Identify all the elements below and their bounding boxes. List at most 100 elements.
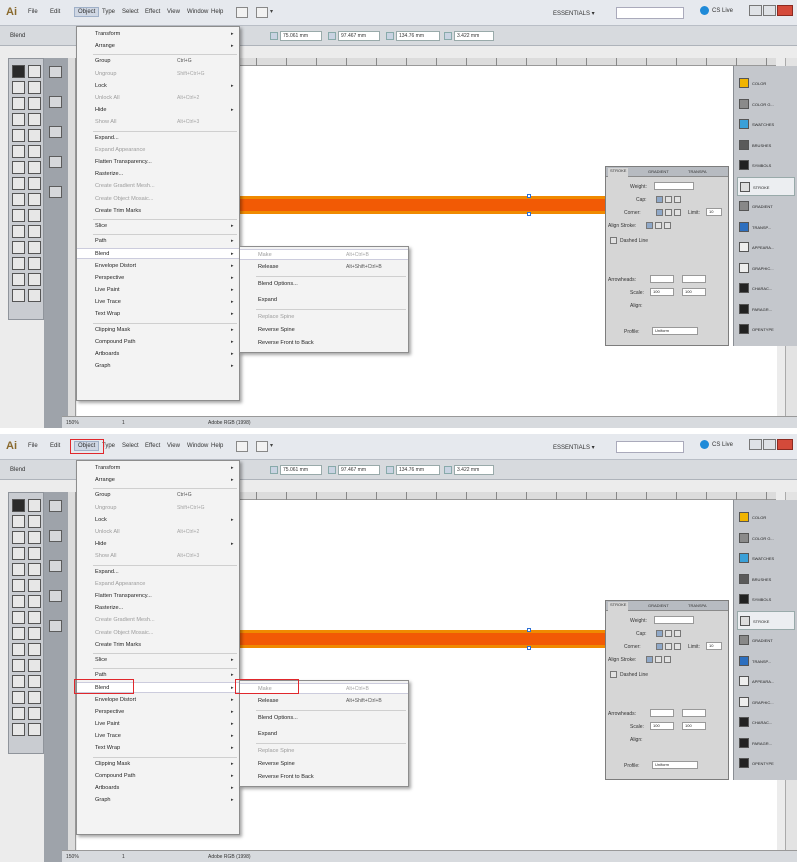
corner-button[interactable] xyxy=(674,643,681,650)
tool-icon[interactable] xyxy=(28,241,41,254)
close-button[interactable] xyxy=(777,5,793,16)
tool-icon[interactable] xyxy=(28,595,41,608)
tool-icon[interactable] xyxy=(28,145,41,158)
tool-icon[interactable] xyxy=(28,499,41,512)
menu-help[interactable]: Help xyxy=(211,9,223,15)
anchor-point[interactable] xyxy=(527,628,531,632)
menu-window[interactable]: Window xyxy=(187,9,208,15)
tab-stroke[interactable]: STROKE xyxy=(608,602,629,611)
x-field[interactable]: 75.061 mm xyxy=(280,31,322,41)
panel-swatches[interactable]: SWATCHES xyxy=(737,115,795,134)
tool-icon[interactable] xyxy=(12,81,25,94)
align-stroke-button[interactable] xyxy=(646,222,653,229)
close-button[interactable] xyxy=(777,439,793,450)
panel-brushes[interactable]: BRUSHES xyxy=(737,570,795,589)
menu-window[interactable]: Window xyxy=(187,443,208,449)
panel-stroke[interactable]: STROKE xyxy=(737,176,795,196)
search-input[interactable] xyxy=(616,7,684,19)
menu-file[interactable]: File xyxy=(28,443,38,449)
panel-appeara[interactable]: APPEARA... xyxy=(737,672,795,691)
panel-charac[interactable]: CHARAC... xyxy=(737,713,795,732)
blend-item-reverse-front-to-back[interactable]: Reverse Front to Back xyxy=(240,772,408,783)
menu-item-transform[interactable]: Transform ▸ xyxy=(77,463,239,474)
menu-item-artboards[interactable]: Artboards ▸ xyxy=(77,349,239,360)
menu-view[interactable]: View xyxy=(167,9,180,15)
chevron-down-icon[interactable]: ▾ xyxy=(270,442,273,449)
menu-item-rasterize[interactable]: Rasterize... xyxy=(77,603,239,614)
tool-icon[interactable] xyxy=(12,611,25,624)
arrange-icon[interactable] xyxy=(256,7,268,18)
align-stroke-button[interactable] xyxy=(655,656,662,663)
dock-icon[interactable] xyxy=(49,66,62,78)
menu-item-arrange[interactable]: Arrange ▸ xyxy=(77,475,239,486)
menu-item-show-all[interactable]: Show All Alt+Ctrl+3 xyxy=(77,551,239,562)
blend-item-make[interactable]: Make Alt+Ctrl+B xyxy=(240,249,408,261)
menu-item-transform[interactable]: Transform ▸ xyxy=(77,29,239,40)
anchor-point[interactable] xyxy=(527,194,531,198)
cap-button[interactable] xyxy=(656,196,663,203)
end-arrowhead-select[interactable] xyxy=(682,275,706,283)
panel-transp[interactable]: TRANSP... xyxy=(737,218,795,237)
menu-item-flatten-transparency[interactable]: Flatten Transparency... xyxy=(77,591,239,602)
tool-icon[interactable] xyxy=(12,97,25,110)
tool-icon[interactable] xyxy=(28,547,41,560)
zoom-level[interactable]: 150% xyxy=(66,420,79,426)
menu-item-live-paint[interactable]: Live Paint ▸ xyxy=(77,285,239,296)
tool-icon[interactable] xyxy=(28,675,41,688)
tab-gradient[interactable]: GRADIENT xyxy=(648,169,669,174)
profile-select[interactable]: Uniform xyxy=(652,761,698,769)
tool-icon[interactable] xyxy=(28,97,41,110)
view-mode-icon[interactable] xyxy=(236,7,248,18)
menu-item-create-trim-marks[interactable]: Create Trim Marks xyxy=(77,640,239,651)
tool-icon[interactable] xyxy=(12,563,25,576)
start-scale-field[interactable]: 100 xyxy=(650,722,674,730)
artboard-number[interactable]: 1 xyxy=(122,420,125,426)
width-field[interactable]: 134.76 mm xyxy=(396,465,440,475)
end-scale-field[interactable]: 100 xyxy=(682,722,706,730)
tool-icon[interactable] xyxy=(12,273,25,286)
tool-icon[interactable] xyxy=(12,659,25,672)
cs-live-button[interactable]: CS Live xyxy=(700,440,733,449)
tool-icon[interactable] xyxy=(28,257,41,270)
tool-icon[interactable] xyxy=(12,289,25,302)
dock-icon[interactable] xyxy=(49,96,62,108)
tab-stroke[interactable]: STROKE xyxy=(608,168,629,177)
tool-icon[interactable] xyxy=(12,723,25,736)
tab-transpa[interactable]: TRANSPA xyxy=(688,603,707,608)
menu-item-live-trace[interactable]: Live Trace ▸ xyxy=(77,731,239,742)
menu-file[interactable]: File xyxy=(28,9,38,15)
tool-icon[interactable] xyxy=(28,129,41,142)
corner-button[interactable] xyxy=(665,643,672,650)
minimize-button[interactable] xyxy=(749,439,762,450)
tool-icon[interactable] xyxy=(28,627,41,640)
blend-item-reverse-front-to-back[interactable]: Reverse Front to Back xyxy=(240,338,408,349)
corner-button[interactable] xyxy=(656,643,663,650)
limit-field[interactable]: 10 xyxy=(706,208,722,216)
menu-item-expand-appearance[interactable]: Expand Appearance xyxy=(77,579,239,590)
tool-icon[interactable] xyxy=(28,515,41,528)
tool-icon[interactable] xyxy=(12,643,25,656)
tool-icon[interactable] xyxy=(12,595,25,608)
blend-item-replace-spine[interactable]: Replace Spine xyxy=(240,746,408,757)
menu-item-hide[interactable]: Hide ▸ xyxy=(77,105,239,116)
tool-icon[interactable] xyxy=(12,675,25,688)
panel-gradient[interactable]: GRADIENT xyxy=(737,631,795,650)
anchor-point[interactable] xyxy=(527,212,531,216)
cap-button[interactable] xyxy=(665,196,672,203)
blend-stroke-object[interactable] xyxy=(236,196,666,214)
blend-item-release[interactable]: Release Alt+Shift+Ctrl+B xyxy=(240,262,408,273)
panel-color[interactable]: COLOR xyxy=(737,508,795,527)
menu-item-envelope-distort[interactable]: Envelope Distort ▸ xyxy=(77,261,239,272)
cap-button[interactable] xyxy=(656,630,663,637)
menu-item-hide[interactable]: Hide ▸ xyxy=(77,539,239,550)
menu-item-create-trim-marks[interactable]: Create Trim Marks xyxy=(77,206,239,217)
menu-item-create-object-mosaic[interactable]: Create Object Mosaic... xyxy=(77,628,239,639)
cap-button[interactable] xyxy=(674,196,681,203)
dock-icon[interactable] xyxy=(49,590,62,602)
menu-item-group[interactable]: Group Ctrl+G xyxy=(77,490,239,501)
maximize-button[interactable] xyxy=(763,5,776,16)
tool-icon[interactable] xyxy=(12,531,25,544)
panel-paragr[interactable]: PARAGR... xyxy=(737,300,795,319)
tool-icon[interactable] xyxy=(28,723,41,736)
start-arrowhead-select[interactable] xyxy=(650,275,674,283)
